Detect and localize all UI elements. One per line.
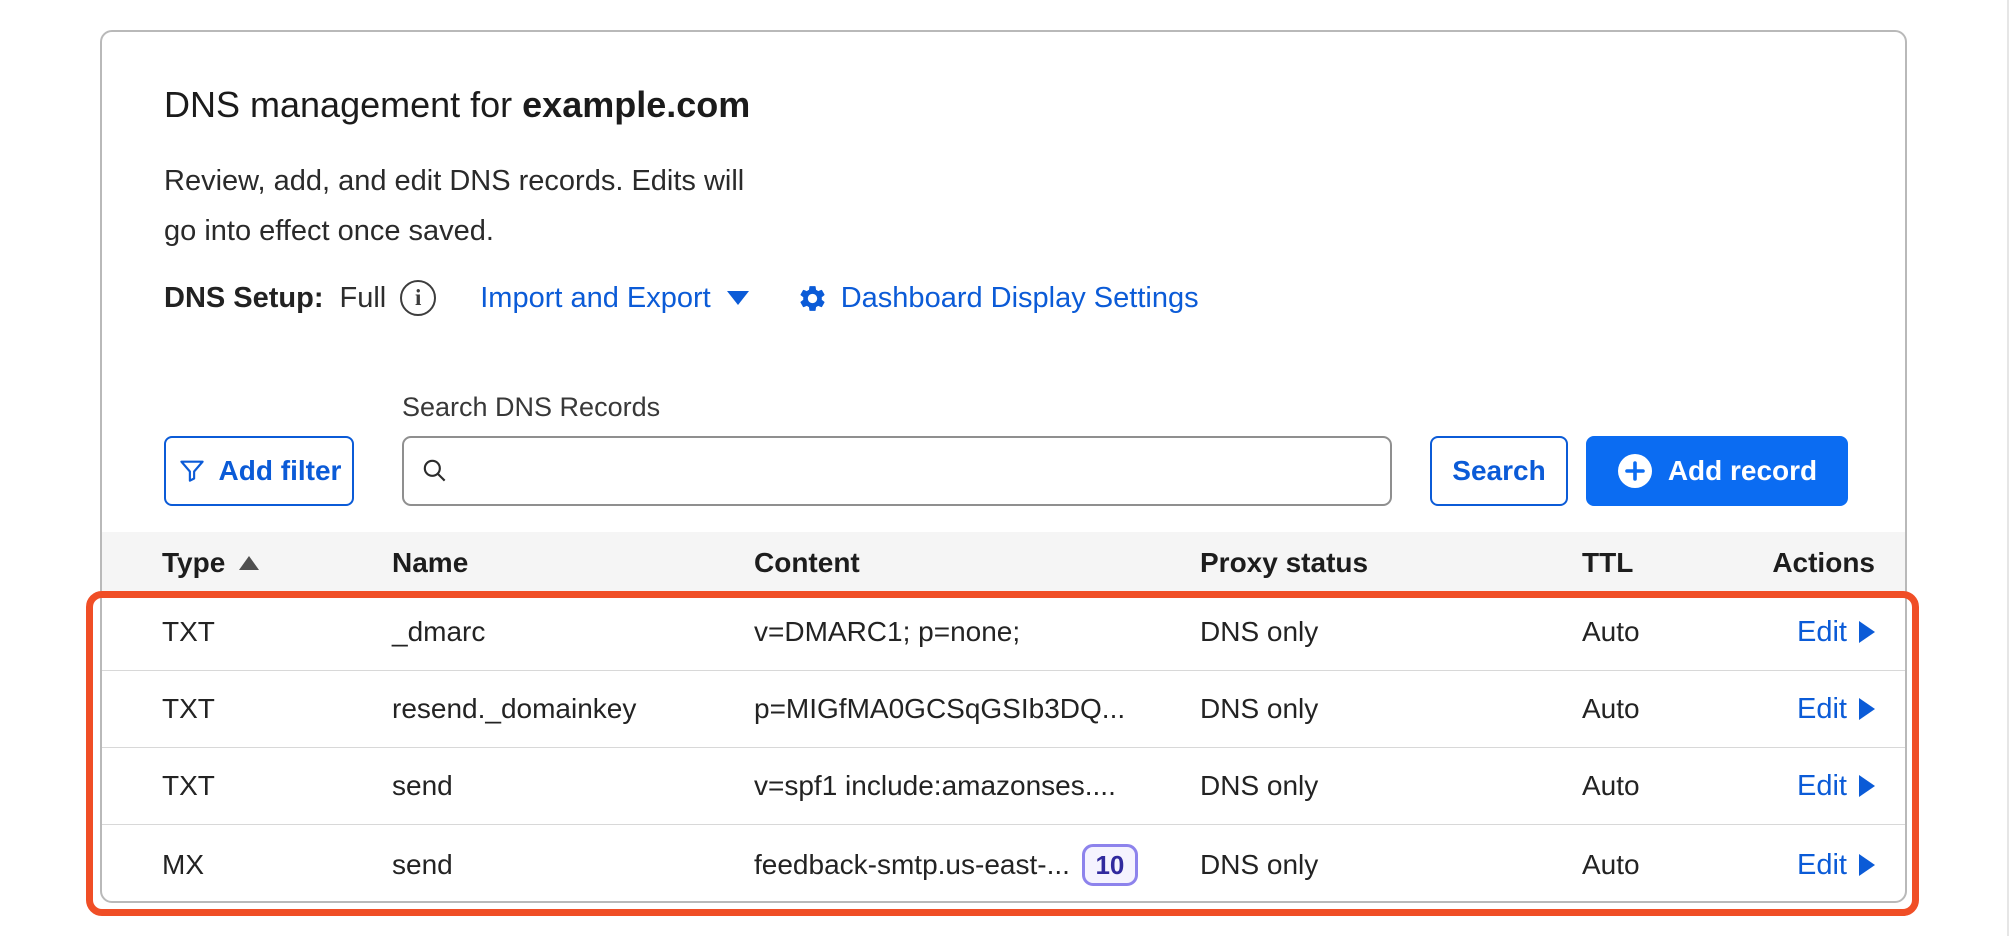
chevron-right-icon xyxy=(1859,854,1875,876)
column-header-label: Name xyxy=(392,547,468,579)
cell-actions: Edit xyxy=(1742,693,1875,726)
cell-actions: Edit xyxy=(1742,849,1875,882)
window-edge-line xyxy=(2007,0,2009,936)
cell-actions: Edit xyxy=(1742,770,1875,803)
cell-type: TXT xyxy=(162,693,392,725)
search-controls: Add filter Search Add record xyxy=(164,436,1848,506)
info-icon[interactable]: i xyxy=(400,280,436,316)
edit-label: Edit xyxy=(1797,849,1847,882)
content-text: feedback-smtp.us-east-... xyxy=(754,849,1070,881)
subtitle: Review, add, and edit DNS records. Edits… xyxy=(164,156,744,256)
cell-name: resend._domainkey xyxy=(392,693,754,725)
column-header-type[interactable]: Type xyxy=(162,547,392,579)
edit-record-link[interactable]: Edit xyxy=(1797,770,1875,803)
edit-record-link[interactable]: Edit xyxy=(1797,849,1875,882)
title-prefix: DNS management for xyxy=(164,84,522,125)
dashboard-settings-label: Dashboard Display Settings xyxy=(841,282,1199,315)
plus-icon xyxy=(1617,453,1653,489)
column-header-ttl[interactable]: TTL xyxy=(1582,547,1742,579)
column-header-label: Type xyxy=(162,547,225,579)
mx-priority-badge: 10 xyxy=(1082,844,1138,886)
cell-content: v=DMARC1; p=none; xyxy=(754,616,1200,648)
sort-ascending-icon xyxy=(239,556,259,570)
cell-ttl: Auto xyxy=(1582,849,1742,881)
table-row-spf: TXT send v=spf1 include:amazonses.... DN… xyxy=(102,748,1905,825)
table-row-domainkey: TXT resend._domainkey p=MIGfMA0GCSqGSIb3… xyxy=(102,671,1905,748)
content-text: v=DMARC1; p=none; xyxy=(754,616,1020,648)
table-row-mx: MX send feedback-smtp.us-east-... 10 DNS… xyxy=(102,825,1905,903)
content-text: p=MIGfMA0GCSqGSIb3DQ... xyxy=(754,693,1125,725)
cell-content: v=spf1 include:amazonses.... xyxy=(754,770,1200,802)
import-export-label: Import and Export xyxy=(480,282,711,315)
cell-content: p=MIGfMA0GCSqGSIb3DQ... xyxy=(754,693,1200,725)
chevron-right-icon xyxy=(1859,621,1875,643)
table-row-dmarc: TXT _dmarc v=DMARC1; p=none; DNS only Au… xyxy=(102,594,1905,671)
search-label: Search DNS Records xyxy=(402,392,660,423)
column-header-actions: Actions xyxy=(1742,547,1875,579)
dns-setup-value: Full xyxy=(340,282,387,315)
column-header-label: Content xyxy=(754,547,860,579)
chevron-down-icon xyxy=(727,291,749,305)
add-filter-label: Add filter xyxy=(219,455,342,487)
cell-content: feedback-smtp.us-east-... 10 xyxy=(754,844,1200,886)
column-header-label: Actions xyxy=(1772,547,1875,579)
dashboard-display-settings-link[interactable]: Dashboard Display Settings xyxy=(797,282,1199,315)
cell-ttl: Auto xyxy=(1582,693,1742,725)
add-record-button[interactable]: Add record xyxy=(1586,436,1848,506)
cell-name: send xyxy=(392,849,754,881)
cell-proxy-status: DNS only xyxy=(1200,616,1582,648)
edit-record-link[interactable]: Edit xyxy=(1797,616,1875,649)
cell-type: TXT xyxy=(162,770,392,802)
cell-name: send xyxy=(392,770,754,802)
cell-ttl: Auto xyxy=(1582,770,1742,802)
table-header-row: Type Name Content Proxy status TTL Actio… xyxy=(102,532,1905,594)
dns-management-card: DNS management for example.com Review, a… xyxy=(100,30,1907,903)
cell-name: _dmarc xyxy=(392,616,754,648)
cell-ttl: Auto xyxy=(1582,616,1742,648)
column-header-content[interactable]: Content xyxy=(754,547,1200,579)
search-input[interactable] xyxy=(462,454,1374,488)
column-header-label: TTL xyxy=(1582,547,1633,579)
cell-type: TXT xyxy=(162,616,392,648)
cell-proxy-status: DNS only xyxy=(1200,849,1582,881)
cell-type: MX xyxy=(162,849,392,881)
edit-label: Edit xyxy=(1797,616,1847,649)
column-header-name[interactable]: Name xyxy=(392,547,754,579)
chevron-right-icon xyxy=(1859,775,1875,797)
cell-proxy-status: DNS only xyxy=(1200,693,1582,725)
edit-label: Edit xyxy=(1797,770,1847,803)
table-body: TXT _dmarc v=DMARC1; p=none; DNS only Au… xyxy=(102,594,1905,901)
content-text: v=spf1 include:amazonses.... xyxy=(754,770,1116,802)
column-header-label: Proxy status xyxy=(1200,547,1368,579)
edit-label: Edit xyxy=(1797,693,1847,726)
column-header-proxy-status[interactable]: Proxy status xyxy=(1200,547,1582,579)
title-domain: example.com xyxy=(522,84,750,125)
add-record-label: Add record xyxy=(1668,455,1817,487)
page-title: DNS management for example.com xyxy=(164,84,750,126)
gear-icon xyxy=(797,283,828,314)
subtitle-line: Review, add, and edit DNS records. Edits… xyxy=(164,156,744,206)
search-input-wrapper xyxy=(402,436,1392,506)
dns-setup-row: DNS Setup: Full i Import and Export Dash… xyxy=(164,275,1199,321)
search-icon xyxy=(420,456,450,486)
dns-setup-label: DNS Setup: xyxy=(164,282,324,315)
edit-record-link[interactable]: Edit xyxy=(1797,693,1875,726)
cell-actions: Edit xyxy=(1742,616,1875,649)
import-export-dropdown[interactable]: Import and Export xyxy=(480,282,749,315)
cell-proxy-status: DNS only xyxy=(1200,770,1582,802)
add-filter-button[interactable]: Add filter xyxy=(164,436,354,506)
search-button[interactable]: Search xyxy=(1430,436,1568,506)
subtitle-line: go into effect once saved. xyxy=(164,206,744,256)
chevron-right-icon xyxy=(1859,698,1875,720)
filter-icon xyxy=(177,456,207,486)
